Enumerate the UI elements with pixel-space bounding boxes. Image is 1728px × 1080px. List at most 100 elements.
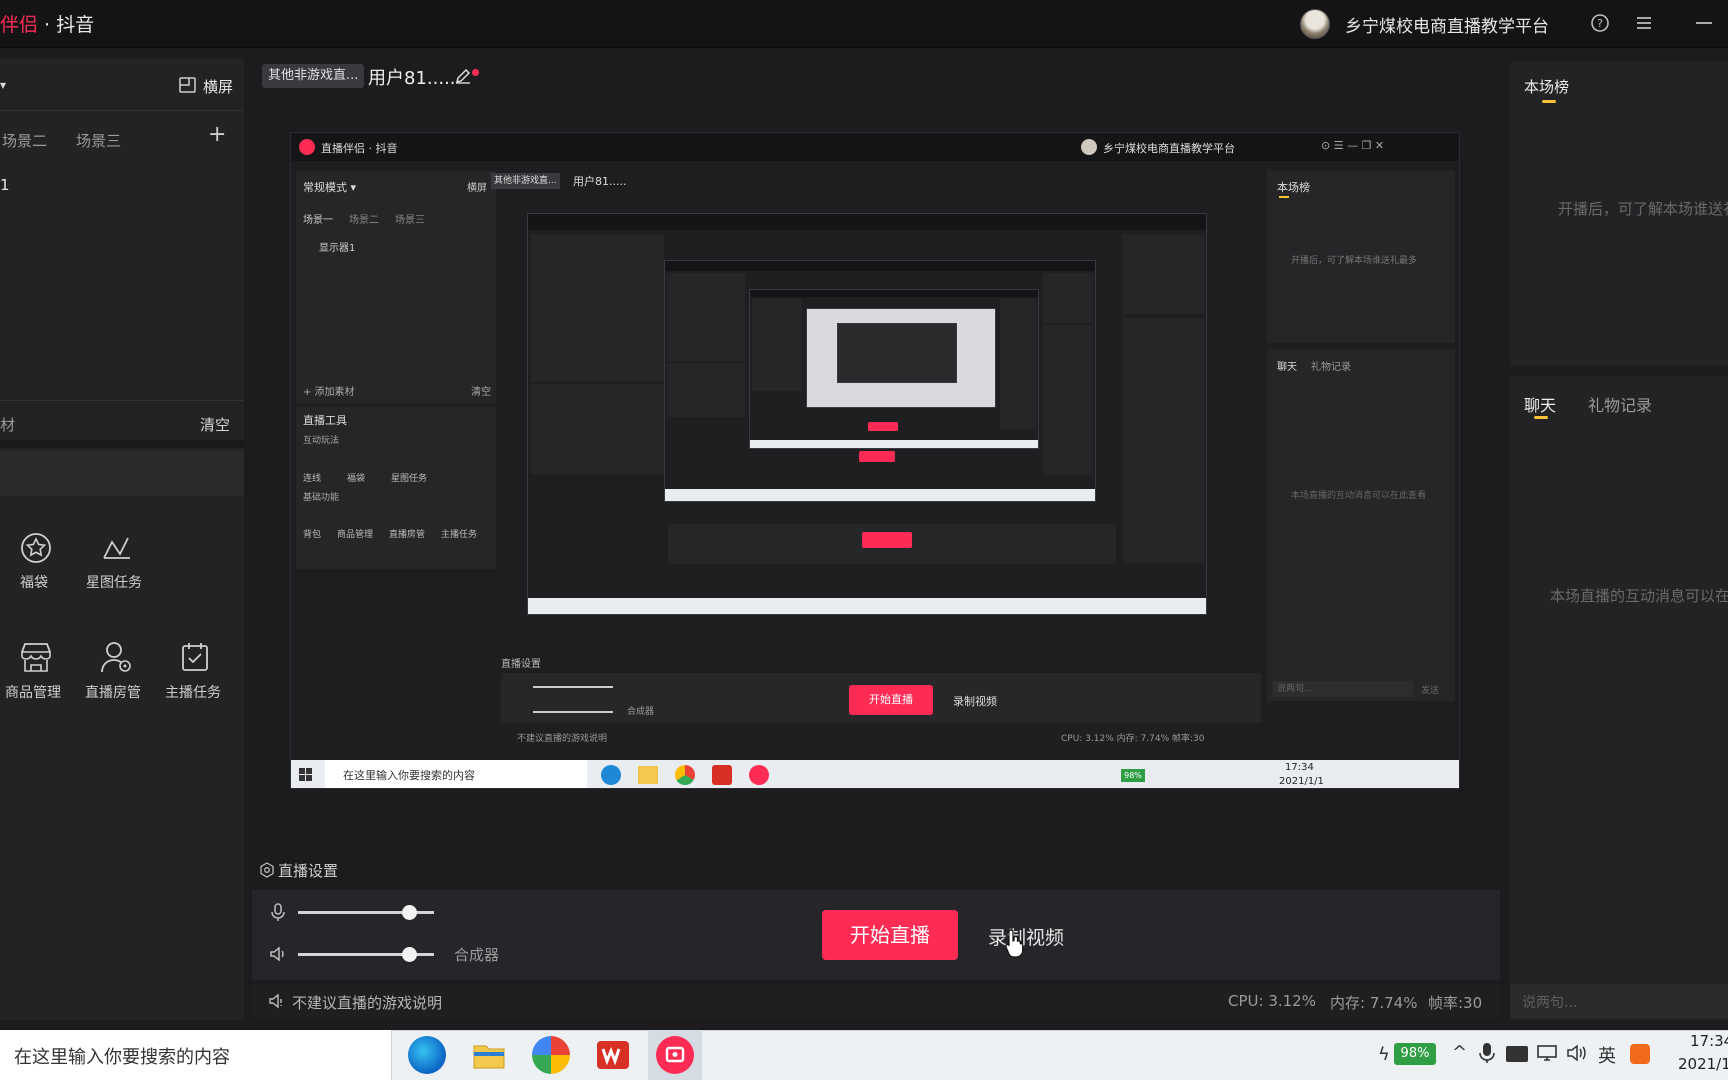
nested2-taskbar xyxy=(665,489,1095,501)
tab-gift-records[interactable]: 礼物记录 xyxy=(1588,392,1652,416)
nested-taskbar xyxy=(528,598,1206,614)
chrome-icon[interactable] xyxy=(532,1036,570,1074)
nested2-rank xyxy=(1043,273,1093,323)
tool-label-task[interactable]: 主播任务 xyxy=(165,682,221,702)
add-material-label[interactable]: 材 xyxy=(0,414,15,435)
synthesizer-label[interactable]: 合成器 xyxy=(454,944,499,965)
preview-tool-star: 星图任务 xyxy=(391,474,428,484)
tab-rank-underline xyxy=(1542,100,1556,103)
category-badge[interactable]: 其他非游戏直... xyxy=(262,64,365,88)
nested2-chat xyxy=(1043,325,1093,475)
preview-tool-admin: 直播房管 xyxy=(389,530,426,540)
wps-icon[interactable] xyxy=(594,1036,632,1074)
live-companion-icon[interactable] xyxy=(656,1036,694,1074)
source-item[interactable]: 1 xyxy=(0,176,10,194)
edge-icon[interactable] xyxy=(408,1036,446,1074)
preview-synth: 合成器 xyxy=(627,707,655,717)
microphone-icon[interactable] xyxy=(268,902,288,922)
display-tray-icon[interactable] xyxy=(1536,1044,1558,1062)
mode-dropdown-icon[interactable]: ▾ xyxy=(0,78,6,92)
speaker-icon[interactable] xyxy=(268,944,288,964)
sogou-ime-icon[interactable] xyxy=(1630,1044,1650,1064)
nested-tools-panel xyxy=(531,384,664,474)
preview-battery: 98% xyxy=(1121,769,1145,782)
start-live-button[interactable]: 开始直播 xyxy=(822,910,958,960)
nested-window-4 xyxy=(806,308,996,408)
record-video-button[interactable]: 录制视频 xyxy=(988,923,1064,950)
svg-text:?: ? xyxy=(1597,17,1603,30)
nested2-left xyxy=(667,273,745,361)
preview-chat-tab: 聊天 xyxy=(1277,362,1297,373)
tool-label-store[interactable]: 商品管理 xyxy=(5,682,61,702)
file-explorer-icon[interactable] xyxy=(470,1036,508,1074)
nested3-left xyxy=(752,299,802,391)
tab-scene-2[interactable]: 场景二 xyxy=(2,130,47,151)
tab-chat[interactable]: 聊天 xyxy=(1524,392,1556,416)
preview-tools-a: 连线 福袋 星图任务 xyxy=(303,451,483,484)
tool-label-star-map[interactable]: 星图任务 xyxy=(86,572,142,592)
chevron-up-icon[interactable]: ^ xyxy=(1452,1042,1467,1063)
network-tray-icon[interactable] xyxy=(1506,1046,1528,1062)
help-circle-icon[interactable]: ? xyxy=(1588,12,1612,36)
preview-titlebar xyxy=(291,133,1459,161)
tab-rank[interactable]: 本场榜 xyxy=(1524,76,1569,97)
preview-tool-backpack: 背包 xyxy=(303,530,322,540)
tab-chat-underline xyxy=(1534,416,1548,419)
preview-display: 显示器1 xyxy=(319,243,356,254)
tab-scene-3[interactable]: 场景三 xyxy=(76,130,121,151)
nested-start-button xyxy=(862,532,912,548)
game-notice-link[interactable]: 不建议直播的游戏说明 xyxy=(292,992,442,1013)
lucky-bag-icon[interactable] xyxy=(18,530,54,566)
add-scene-button[interactable]: + xyxy=(208,122,226,147)
app-title-separator: · xyxy=(38,14,57,36)
live-settings-label[interactable]: 直播设置 xyxy=(278,860,338,881)
chat-input[interactable]: 说两句... xyxy=(1510,984,1728,1018)
speaker-volume-slider[interactable] xyxy=(298,947,434,962)
mic-slider-knob[interactable] xyxy=(402,905,418,920)
preview-rank-underline xyxy=(1279,196,1289,198)
speaker-slider-knob[interactable] xyxy=(402,947,418,962)
preview-time: 17:34 xyxy=(1285,762,1314,773)
preview-tools-b: 背包 商品管理 直播房管 主播任务 xyxy=(303,507,493,540)
stream-preview[interactable]: 直播伴侣 · 抖音 乡宁煤校电商直播教学平台 ⊙ ☰ — ❐ ✕ 常规模式 ▾ … xyxy=(290,132,1460,789)
tool-label-room-admin[interactable]: 直播房管 xyxy=(85,682,141,702)
taskbar-search-text[interactable]: 在这里输入你要搜索的内容 xyxy=(14,1043,230,1069)
room-title: 用户81..... xyxy=(368,68,456,89)
task-check-icon[interactable] xyxy=(178,640,212,674)
menu-icon[interactable] xyxy=(1632,12,1656,36)
account-name[interactable]: 乡宁煤校电商直播教学平台 xyxy=(1345,12,1549,37)
nested3-taskbar xyxy=(750,440,1038,448)
preview-wps-icon xyxy=(712,765,732,785)
settings-hexagon-icon xyxy=(259,862,275,878)
speaker-warning-icon xyxy=(268,992,286,1010)
battery-indicator[interactable]: 98% xyxy=(1394,1043,1436,1065)
microphone-tray-icon[interactable] xyxy=(1478,1042,1496,1064)
store-icon[interactable] xyxy=(18,640,54,674)
nested2-tools xyxy=(667,363,745,417)
preview-tool-link: 连线 xyxy=(303,474,322,484)
edit-icon[interactable] xyxy=(454,67,472,85)
preview-settings-label: 直播设置 xyxy=(501,659,541,670)
volume-tray-icon[interactable] xyxy=(1566,1044,1588,1062)
clear-button[interactable]: 清空 xyxy=(200,414,230,435)
landscape-icon[interactable] xyxy=(178,76,198,94)
ime-indicator[interactable]: 英 xyxy=(1598,1042,1616,1068)
preview-nested-window xyxy=(527,213,1207,615)
star-map-icon[interactable] xyxy=(98,530,134,566)
nested3-titlebar xyxy=(750,290,1038,297)
landscape-toggle[interactable]: 横屏 xyxy=(203,76,233,97)
preview-tool-store: 商品管理 xyxy=(337,530,374,540)
preview-mic-slider xyxy=(533,686,613,688)
clock-time[interactable]: 17:34 xyxy=(1690,1032,1728,1050)
chat-panel xyxy=(1510,376,1728,1020)
mic-volume-slider[interactable] xyxy=(298,905,434,920)
clock-date[interactable]: 2021/1 xyxy=(1678,1055,1728,1073)
tool-label-lucky-bag[interactable]: 福袋 xyxy=(20,572,48,592)
divider xyxy=(0,400,244,401)
preview-user: 用户81..... xyxy=(573,175,627,188)
avatar[interactable] xyxy=(1300,9,1330,39)
preview-avatar xyxy=(1081,139,1097,155)
room-admin-icon[interactable] xyxy=(98,640,134,674)
minimize-icon[interactable] xyxy=(1692,12,1716,36)
chat-input-placeholder: 说两句... xyxy=(1522,995,1578,1011)
